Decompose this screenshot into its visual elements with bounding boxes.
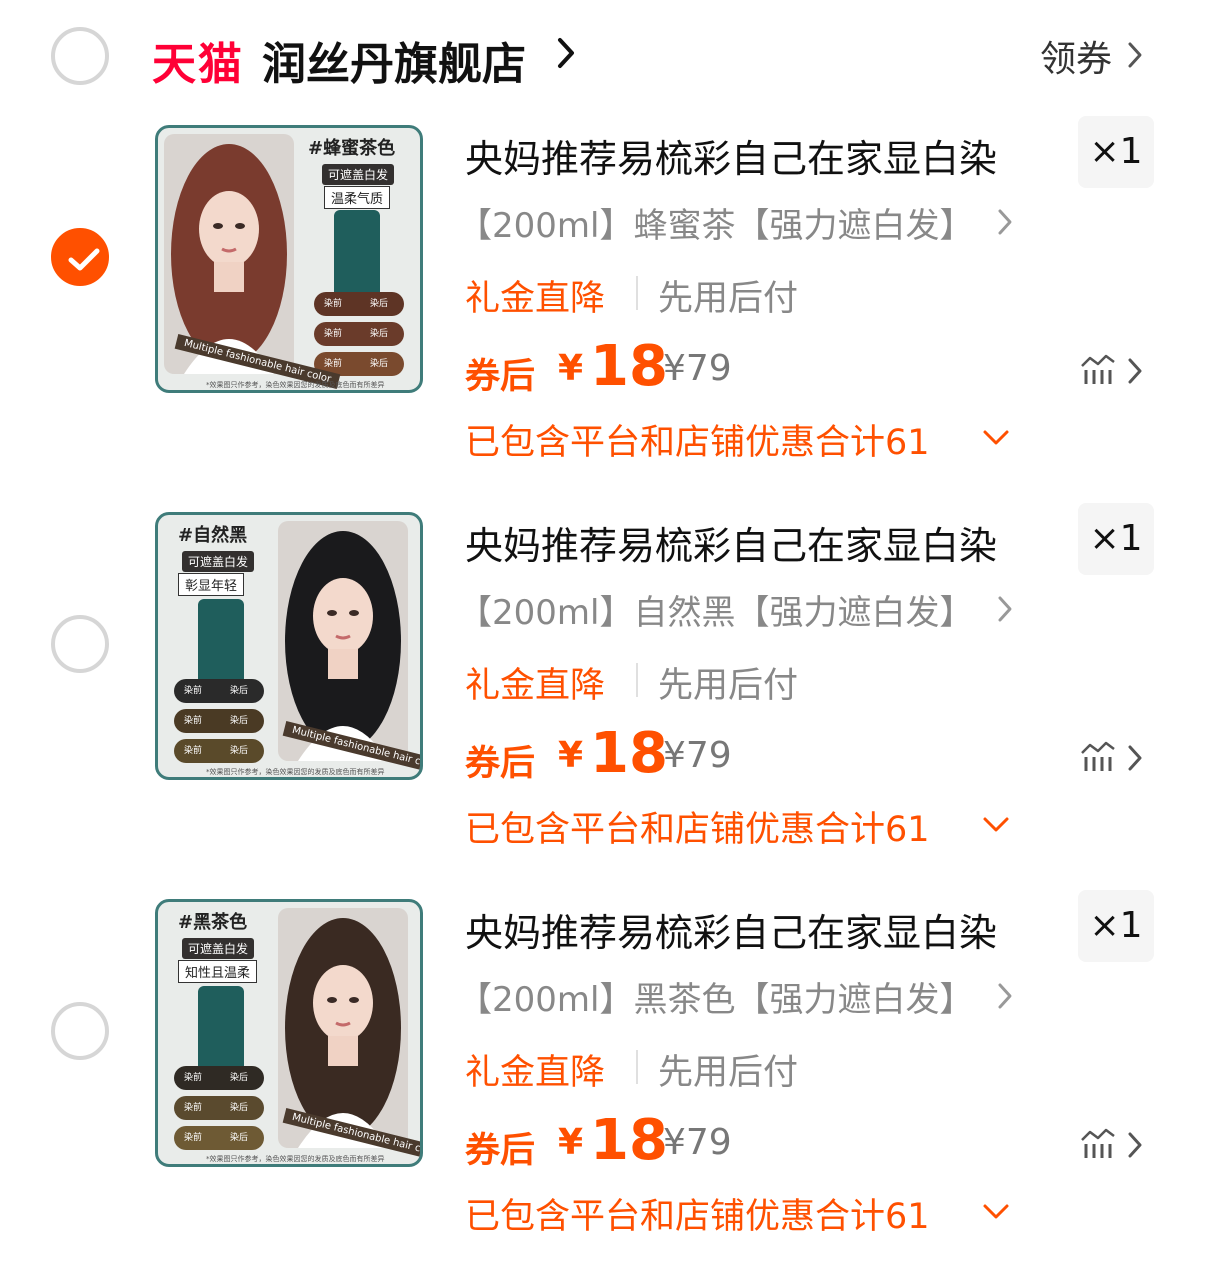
sku-selector[interactable]: 【200ml】黑茶色【强力遮白发】 [458,972,973,1021]
before-label: 染前 [324,329,343,339]
product-title[interactable]: 央妈推荐易梳彩自己在家显白染 [465,515,997,570]
before-label: 染前 [184,686,203,696]
cart-item: #蜂蜜茶色 可遮盖白发 温柔气质 染前 染后 染前 染后 染前 染后 Multiple f… [0,0,1206,463]
color-tag: #自然黑 [178,525,248,546]
pay-later-tag: 先用后付 [658,279,799,319]
chevron-right-icon[interactable] [1126,743,1144,773]
chevron-right-icon[interactable] [996,981,1014,1011]
before-label: 染前 [324,299,343,309]
after-coupon-label: 券后 [465,1131,536,1171]
before-label: 染前 [184,746,203,756]
currency-symbol: ¥ [558,1122,584,1163]
after-label: 染后 [370,299,389,309]
after-label: 染后 [230,716,249,726]
pay-later-tag: 先用后付 [658,666,799,706]
quantity-button[interactable]: ×1 [1078,503,1154,575]
pay-later-tag: 先用后付 [658,1053,799,1093]
cover-gray-badge: 可遮盖白发 [182,551,255,572]
before-after-swatch: 染前 染后 [174,1126,264,1150]
before-after-swatch: 染前 染后 [314,292,404,316]
currency-symbol: ¥ [558,348,584,389]
checkmark-icon [68,248,100,271]
after-label: 染后 [230,1103,249,1113]
product-title[interactable]: 央妈推荐易梳彩自己在家显白染 [465,902,997,957]
tag-divider [636,663,638,697]
cover-gray-badge: 可遮盖白发 [322,164,395,185]
feature-badge: 知性且温柔 [178,960,258,983]
cash-gift-tag: 礼金直降 [465,1053,606,1093]
product-title[interactable]: 央妈推荐易梳彩自己在家显白染 [465,128,997,183]
after-label: 染后 [230,746,249,756]
chevron-right-icon[interactable] [996,207,1014,237]
item-select-radio[interactable] [51,1002,109,1060]
before-label: 染前 [184,716,203,726]
before-after-swatch: 染前 染后 [174,679,264,703]
sku-selector[interactable]: 【200ml】蜂蜜茶【强力遮白发】 [458,198,973,247]
after-label: 染后 [230,1073,249,1083]
price-trend-icon[interactable] [1080,739,1116,773]
currency-symbol: ¥ [558,735,584,776]
price-trend-icon[interactable] [1080,352,1116,386]
product-bottle [198,986,244,1078]
original-price: ¥79 [663,735,732,776]
before-after-swatch: 染前 染后 [174,1096,264,1120]
chevron-right-icon[interactable] [1126,356,1144,386]
tag-divider [636,1050,638,1084]
before-after-swatch: 染前 染后 [174,1066,264,1090]
chevron-right-icon[interactable] [1126,1130,1144,1160]
product-bottle [334,210,380,302]
price-trend-icon[interactable] [1080,1126,1116,1160]
before-after-swatch: 染前 染后 [174,709,264,733]
quantity-button[interactable]: ×1 [1078,890,1154,962]
after-label: 染后 [370,329,389,339]
disclaimer-text: *效果图只作参考，染色效果因您的发质及底色而有所差异 [206,1155,385,1163]
color-tag: #黑茶色 [178,912,248,933]
before-label: 染前 [184,1103,203,1113]
cart-item: #黑茶色 可遮盖白发 知性且温柔 染前 染后 染前 染后 染前 染后 Multiple f… [0,774,1206,1237]
before-after-swatch: 染前 染后 [314,322,404,346]
product-bottle [198,599,244,691]
tag-divider [636,276,638,310]
item-select-radio[interactable] [51,615,109,673]
chevron-down-icon[interactable] [982,1202,1010,1222]
quantity-button[interactable]: ×1 [1078,116,1154,188]
after-label: 染后 [230,1133,249,1143]
cash-gift-tag: 礼金直降 [465,279,606,319]
before-after-swatch: 染前 染后 [174,739,264,763]
before-label: 染前 [184,1073,203,1083]
cart-item: #自然黑 可遮盖白发 彰显年轻 染前 染后 染前 染后 染前 染后 Multiple fa… [0,387,1206,850]
product-thumbnail[interactable]: #自然黑 可遮盖白发 彰显年轻 染前 染后 染前 染后 染前 染后 Multiple fa… [155,512,423,780]
product-thumbnail[interactable]: #蜂蜜茶色 可遮盖白发 温柔气质 染前 染后 染前 染后 染前 染后 Multiple f… [155,125,423,393]
sku-selector[interactable]: 【200ml】自然黑【强力遮白发】 [458,585,973,634]
discount-summary[interactable]: 已包含平台和店铺优惠合计61 [465,1188,930,1239]
product-thumbnail[interactable]: #黑茶色 可遮盖白发 知性且温柔 染前 染后 染前 染后 染前 染后 Multiple f… [155,899,423,1167]
cover-gray-badge: 可遮盖白发 [182,938,255,959]
final-price: 18 [590,1108,668,1173]
original-price: ¥79 [663,348,732,389]
after-label: 染后 [370,359,389,369]
feature-badge: 彰显年轻 [178,573,245,596]
before-label: 染前 [184,1133,203,1143]
after-label: 染后 [230,686,249,696]
original-price: ¥79 [663,1122,732,1163]
color-tag: #蜂蜜茶色 [308,138,396,159]
feature-badge: 温柔气质 [324,186,391,209]
chevron-right-icon[interactable] [996,594,1014,624]
cash-gift-tag: 礼金直降 [465,666,606,706]
item-select-radio[interactable] [51,228,109,286]
